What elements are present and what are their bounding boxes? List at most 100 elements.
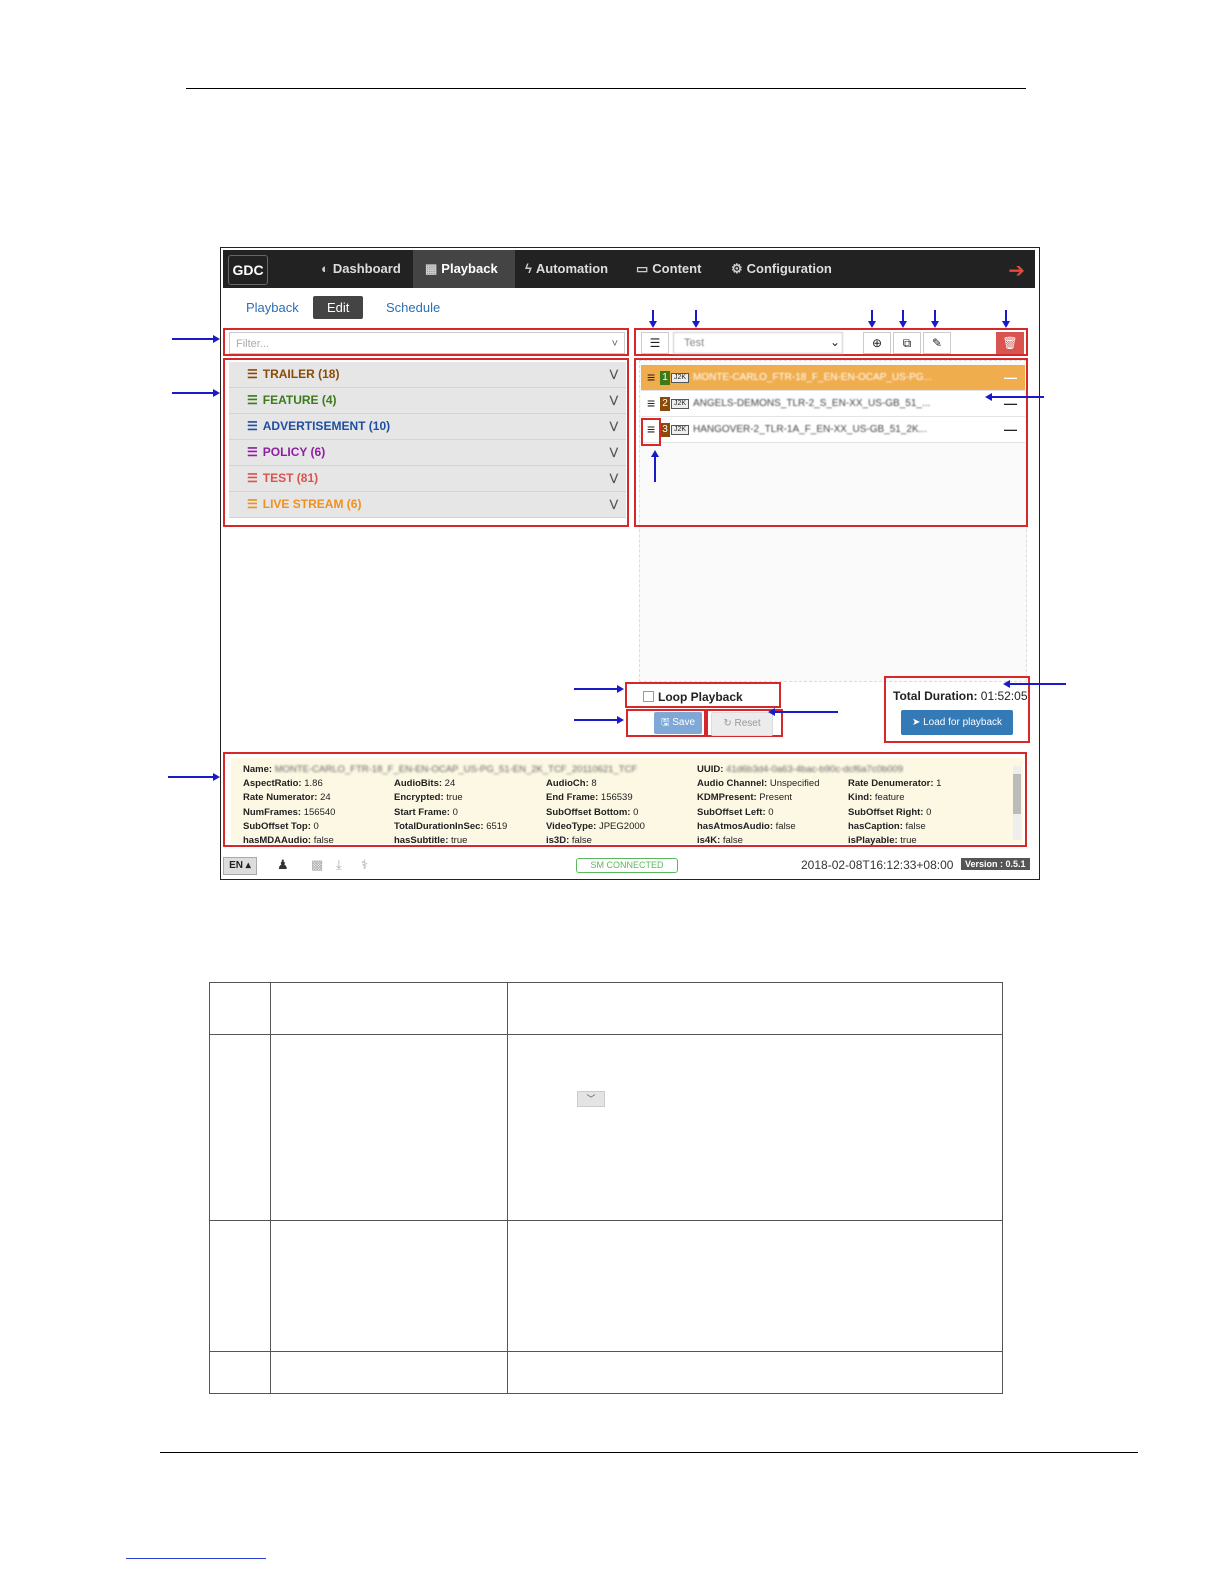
reset-button[interactable]: ↻ Reset: [711, 712, 773, 736]
remove-icon[interactable]: —: [1004, 417, 1017, 442]
total-duration-label: Total Duration:: [893, 689, 978, 703]
app-screenshot: GDC ◐ Dashboard ▦ Playback ϟ Automation ▭ Co…: [220, 247, 1040, 880]
item-name: HANGOVER-2_TLR-1A_F_EN-XX_US-GB_51_2K...: [693, 424, 927, 435]
arrow-part: [213, 773, 220, 781]
playlist-item[interactable]: ≡ 1 J2K MONTE-CARLO_FTR-18_F_EN-EN-OCAP_US-…: [641, 365, 1025, 391]
arrow-part: [1009, 683, 1066, 685]
nav-automation[interactable]: ϟ Automation: [525, 250, 615, 288]
tab-schedule[interactable]: Schedule: [386, 300, 440, 315]
drag-handle-icon[interactable]: ≡: [647, 391, 655, 416]
info-field-value: feature: [874, 792, 905, 804]
gears-icon: ⚙: [731, 261, 743, 276]
info-scrollbar[interactable]: [1013, 766, 1021, 840]
remove-icon[interactable]: —: [1004, 365, 1017, 390]
nav-content[interactable]: ▭ Content: [636, 250, 716, 288]
bolt-icon: ϟ: [525, 261, 532, 276]
info-field-value: 0: [633, 806, 639, 818]
info-field-value: 24: [320, 792, 331, 804]
info-field-value: 24: [444, 778, 456, 789]
filter-input[interactable]: Filter... ˅: [229, 332, 625, 354]
category-row[interactable]: ☰ LIVE STREAM (6) ⋁: [229, 492, 626, 518]
scroll-thumb[interactable]: [1013, 774, 1021, 814]
playlist-item[interactable]: ≡ 3 J2K HANGOVER-2_TLR-1A_F_EN-XX_US-GB_51_…: [641, 417, 1025, 443]
edit-pencil-icon[interactable]: ✎: [923, 332, 951, 354]
drag-handle-highlight: [641, 418, 661, 446]
add-icon[interactable]: ⊕: [863, 332, 891, 354]
tab-edit[interactable]: Edit: [313, 296, 364, 319]
filter-placeholder: Filter...: [236, 338, 270, 350]
info-field: is3D: false: [546, 835, 592, 846]
chevron-down-icon[interactable]: ⋁: [610, 362, 618, 387]
drive-icon: ▭: [636, 261, 649, 276]
playlist-item[interactable]: ≡ 2 J2K ANGELS-DEMONS_TLR-2_S_EN-XX_US-GB_5…: [641, 391, 1025, 417]
info-field: isPlayable: true: [848, 835, 917, 846]
info-field-label: Start Frame:: [394, 806, 450, 818]
total-duration-value: 01:52:05: [980, 689, 1028, 703]
info-field-value: true: [451, 835, 468, 847]
chevron-down-icon[interactable]: ⋁: [610, 414, 618, 439]
nav-configuration[interactable]: ⚙ Configuration: [731, 250, 841, 288]
info-field: End Frame: 156539: [546, 792, 633, 803]
stethoscope-icon[interactable]: ⚕: [361, 857, 368, 873]
remove-icon[interactable]: —: [1004, 391, 1017, 416]
table-cell: [209, 1034, 271, 1221]
category-row[interactable]: ☰ TEST (81) ⋁: [229, 466, 626, 492]
item-name: ANGELS-DEMONS_TLR-2_S_EN-XX_US-GB_51_...: [693, 398, 931, 409]
item-index: 2: [660, 397, 670, 411]
language-selector[interactable]: EN ▴: [223, 857, 257, 875]
info-field-value: 1.86: [304, 778, 323, 789]
info-name-label: Name:: [243, 764, 273, 775]
list-icon: ☰: [247, 497, 258, 511]
checkbox-icon[interactable]: [643, 691, 654, 702]
category-label: POLICY (6): [262, 445, 326, 459]
chevron-down-icon[interactable]: ⌄: [827, 332, 843, 354]
arrow-part: [213, 389, 220, 397]
info-field-value: 0: [313, 820, 319, 832]
chevron-down-icon[interactable]: ⋁: [610, 492, 618, 517]
save-button[interactable]: 🖫 Save: [654, 712, 702, 734]
playlist-select[interactable]: Test: [673, 332, 843, 354]
loop-playback-checkbox[interactable]: Loop Playback: [643, 690, 743, 704]
info-field-label: hasCaption:: [848, 820, 903, 832]
chevron-down-icon[interactable]: ⋁: [610, 466, 618, 491]
info-field-label: hasSubtitle:: [394, 835, 449, 847]
list-icon[interactable]: ☰: [641, 332, 669, 354]
arrow-part: [899, 321, 907, 328]
arrow-part: [1003, 680, 1010, 688]
chevron-down-icon[interactable]: ⋁: [610, 388, 618, 413]
table-cell: [270, 1220, 508, 1352]
nav-playback[interactable]: ▦ Playback: [413, 250, 515, 288]
user-icon[interactable]: ♟: [277, 857, 289, 873]
category-row[interactable]: ☰ ADVERTISEMENT (10) ⋁: [229, 414, 626, 440]
logout-icon[interactable]: ➔: [1008, 258, 1025, 283]
nav-playback-label: Playback: [441, 261, 498, 276]
nav-content-label: Content: [652, 261, 702, 276]
table-cell: [209, 982, 271, 1035]
load-for-playback-button[interactable]: ➤ Load for playback: [901, 710, 1013, 735]
category-row[interactable]: ☰ POLICY (6) ⋁: [229, 440, 626, 466]
camera-icon[interactable]: ▩: [311, 857, 323, 873]
arrow-part: [574, 688, 618, 690]
total-duration: Total Duration: 01:52:05: [893, 689, 1028, 703]
footer-link-underline[interactable]: [126, 1558, 266, 1559]
copy-icon[interactable]: ⧉: [893, 332, 921, 354]
info-field-label: Rate Denumerator:: [848, 778, 934, 789]
trash-icon[interactable]: 🗑: [996, 332, 1024, 354]
category-row[interactable]: ☰ FEATURE (4) ⋁: [229, 388, 626, 414]
version-badge: Version : 0.5.1: [961, 858, 1030, 870]
info-field: Encrypted: true: [394, 792, 463, 803]
category-label: LIVE STREAM (6): [262, 497, 362, 511]
info-field-value: false: [905, 820, 926, 832]
tab-playback[interactable]: Playback: [246, 300, 299, 315]
category-row[interactable]: ☰ TRAILER (18) ⋁: [229, 362, 626, 388]
chevron-down-icon[interactable]: ⋁: [610, 440, 618, 465]
info-field: Rate Denumerator: 1: [848, 778, 941, 789]
nav-dashboard[interactable]: ◐ Dashboard: [317, 250, 413, 288]
download-icon[interactable]: ⤓: [336, 857, 342, 873]
info-field-label: isPlayable:: [848, 835, 898, 847]
chevron-down-icon[interactable]: ˅: [612, 333, 618, 355]
header-rule: [186, 88, 1026, 89]
drag-handle-icon[interactable]: ≡: [647, 365, 655, 390]
info-field-value: 156540: [303, 806, 336, 818]
info-field-value: true: [446, 792, 463, 804]
